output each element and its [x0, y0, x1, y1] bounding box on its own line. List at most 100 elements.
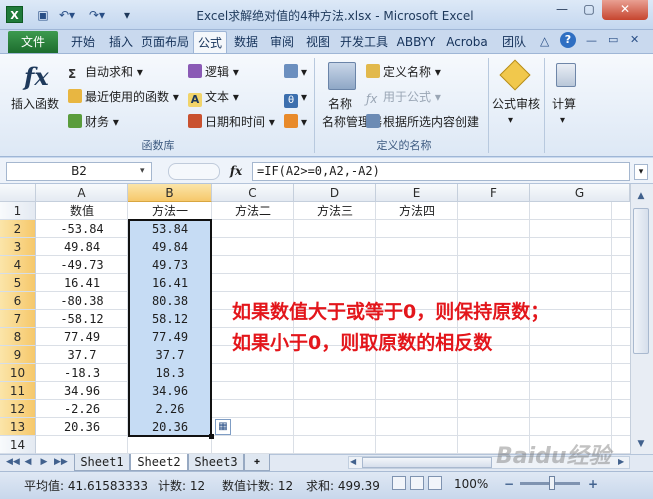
redo-icon[interactable]: ↷▾	[88, 6, 106, 24]
sheet-tab-sheet2[interactable]: Sheet2	[130, 454, 188, 471]
financial-button[interactable]: 财务 ▾	[68, 113, 119, 131]
row-header-1[interactable]: 1	[0, 202, 36, 220]
sheet-tab-sheet1[interactable]: Sheet1	[74, 454, 130, 471]
row-header-13[interactable]: 13	[0, 418, 36, 436]
scroll-left-icon[interactable]: ◀	[350, 457, 356, 466]
cell-a7[interactable]: -58.12	[37, 310, 127, 328]
formula-auditing-button[interactable]: 公式审核	[492, 95, 540, 113]
help-icon[interactable]: ?	[560, 32, 576, 48]
calculation-dropdown-icon[interactable]: ▾	[560, 112, 565, 130]
save-icon[interactable]: ▣	[34, 6, 52, 24]
row-header-4[interactable]: 4	[0, 256, 36, 274]
define-name-button[interactable]: 定义名称 ▾	[366, 63, 441, 81]
cell-d1[interactable]: 方法三	[294, 202, 376, 220]
cell-b1[interactable]: 方法一	[129, 202, 211, 220]
insert-sheet-icon[interactable]: ✚	[244, 454, 270, 471]
row-header-2[interactable]: 2	[0, 220, 36, 238]
column-header-b[interactable]: B	[128, 184, 212, 202]
row-header-11[interactable]: 11	[0, 382, 36, 400]
insert-function-fx-button[interactable]: fx	[226, 162, 246, 181]
next-sheet-icon[interactable]: ▶	[38, 456, 50, 469]
window-restore-icon[interactable]: ▭	[608, 33, 618, 46]
auto-fill-options-icon[interactable]: ▦	[215, 419, 231, 435]
cell-a9[interactable]: 37.7	[37, 346, 127, 364]
prev-sheet-icon[interactable]: ◀	[22, 456, 34, 469]
row-header-3[interactable]: 3	[0, 238, 36, 256]
cell-a3[interactable]: 49.84	[37, 238, 127, 256]
cell-a12[interactable]: -2.26	[37, 400, 127, 418]
recent-functions-button[interactable]: 最近使用的函数 ▾	[68, 88, 179, 106]
tab-page-layout[interactable]: 页面布局	[140, 31, 190, 53]
close-button[interactable]: ✕	[602, 0, 648, 20]
name-box[interactable]: B2	[6, 162, 152, 181]
tab-review[interactable]: 审阅	[266, 31, 298, 53]
tab-view[interactable]: 视图	[302, 31, 334, 53]
scroll-down-icon[interactable]: ▼	[633, 436, 649, 452]
zoom-slider-knob[interactable]	[549, 476, 555, 490]
math-trig-button[interactable]: θ ▾	[284, 88, 307, 108]
page-break-view-icon[interactable]	[428, 476, 442, 490]
scroll-up-icon[interactable]: ▲	[633, 188, 649, 204]
row-header-5[interactable]: 5	[0, 274, 36, 292]
minimize-ribbon-icon[interactable]: △	[540, 34, 549, 48]
cell-a5[interactable]: 16.41	[37, 274, 127, 292]
cell-a13[interactable]: 20.36	[37, 418, 127, 436]
expand-formula-bar-icon[interactable]: ▾	[634, 164, 648, 180]
column-header-f[interactable]: F	[458, 184, 530, 202]
undo-icon[interactable]: ↶▾	[58, 6, 76, 24]
tab-file[interactable]: 文件	[8, 31, 58, 53]
sheet-tab-sheet3[interactable]: Sheet3	[188, 454, 244, 471]
column-header-d[interactable]: D	[294, 184, 376, 202]
lookup-button[interactable]: ▾	[284, 63, 307, 81]
tab-home[interactable]: 开始	[66, 31, 100, 53]
use-in-formula-button[interactable]: ƒx 用于公式 ▾	[366, 88, 441, 106]
tab-acrobat[interactable]: Acroba	[442, 31, 492, 53]
vertical-scroll-thumb[interactable]	[633, 208, 649, 354]
page-layout-view-icon[interactable]	[410, 476, 424, 490]
formula-auditing-dropdown-icon[interactable]: ▾	[508, 112, 513, 130]
zoom-out-icon[interactable]: −	[504, 477, 514, 491]
cell-c1[interactable]: 方法二	[212, 202, 294, 220]
column-header-e[interactable]: E	[376, 184, 458, 202]
cell-a6[interactable]: -80.38	[37, 292, 127, 310]
row-header-10[interactable]: 10	[0, 364, 36, 382]
row-header-6[interactable]: 6	[0, 292, 36, 310]
select-all-button[interactable]	[0, 184, 36, 202]
window-close-icon[interactable]: ✕	[630, 33, 639, 46]
column-header-a[interactable]: A	[36, 184, 128, 202]
tab-team[interactable]: 团队	[498, 31, 530, 53]
cell-a4[interactable]: -49.73	[37, 256, 127, 274]
scroll-right-icon[interactable]: ▶	[618, 457, 624, 466]
horizontal-scroll-thumb[interactable]	[362, 457, 492, 468]
name-manager-label-1[interactable]: 名称	[328, 95, 352, 113]
row-header-9[interactable]: 9	[0, 346, 36, 364]
tab-developer[interactable]: 开发工具	[338, 31, 390, 53]
cell-a1[interactable]: 数值	[37, 202, 127, 220]
name-box-dropdown-icon[interactable]: ▾	[140, 166, 145, 176]
normal-view-icon[interactable]	[392, 476, 406, 490]
cell-a2[interactable]: -53.84	[37, 220, 127, 238]
insert-function-button[interactable]: 插入函数	[11, 95, 59, 113]
row-header-12[interactable]: 12	[0, 400, 36, 418]
zoom-level[interactable]: 100%	[454, 477, 488, 491]
first-sheet-icon[interactable]: ◀◀	[6, 456, 20, 469]
cell-e1[interactable]: 方法四	[376, 202, 458, 220]
excel-app-icon[interactable]: X	[6, 6, 23, 23]
cell-a11[interactable]: 34.96	[37, 382, 127, 400]
text-button[interactable]: A 文本 ▾	[188, 88, 239, 107]
tab-formulas[interactable]: 公式	[193, 31, 227, 53]
row-header-14[interactable]: 14	[0, 436, 36, 454]
tab-abbyy[interactable]: ABBYY	[394, 31, 438, 53]
last-sheet-icon[interactable]: ▶▶	[54, 456, 68, 469]
column-header-c[interactable]: C	[212, 184, 294, 202]
minimize-button[interactable]: —	[548, 0, 576, 20]
row-header-7[interactable]: 7	[0, 310, 36, 328]
row-header-8[interactable]: 8	[0, 328, 36, 346]
zoom-in-icon[interactable]: +	[588, 477, 598, 491]
logical-button[interactable]: 逻辑 ▾	[188, 63, 239, 81]
fill-handle[interactable]	[209, 434, 214, 439]
cell-a10[interactable]: -18.3	[37, 364, 127, 382]
autosum-button[interactable]: Σ 自动求和 ▾	[68, 63, 143, 81]
more-functions-button[interactable]: ▾	[284, 113, 307, 131]
tab-insert[interactable]: 插入	[104, 31, 138, 53]
